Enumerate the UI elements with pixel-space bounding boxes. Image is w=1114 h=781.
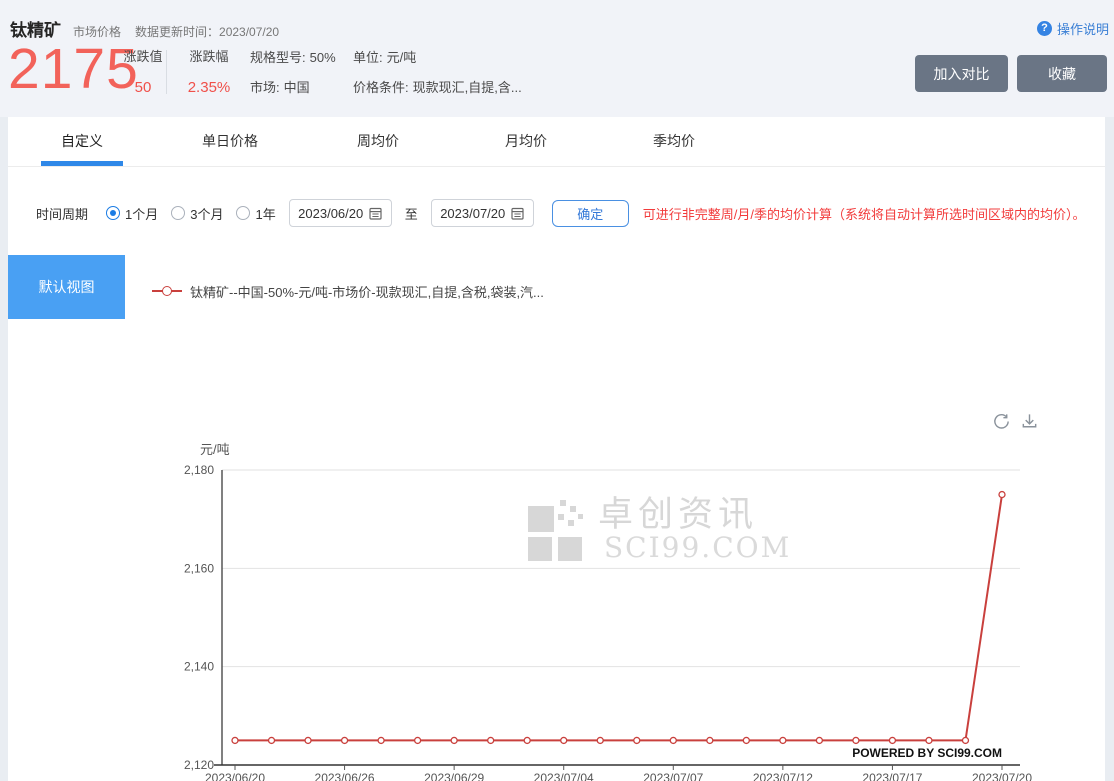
spec-terms-label: 价格条件: [353, 80, 409, 95]
calendar-icon [369, 207, 382, 220]
update-time-value: 2023/07/20 [219, 25, 279, 39]
legend-line-marker-icon [152, 290, 182, 292]
svg-text:2,120: 2,120 [184, 758, 214, 772]
tab-label: 月均价 [505, 133, 547, 149]
period-radio-2[interactable]: 1年 [236, 204, 275, 223]
hint-text: 可进行非完整周/月/季的均价计算（系统将自动计算所选时间区域内的均价）。 [643, 204, 1086, 223]
spec-terms: 价格条件: 现款现汇,自提,含... [353, 80, 522, 96]
add-to-compare-button[interactable]: 加入对比 [915, 55, 1008, 92]
date-from-input[interactable]: 2023/06/20 [289, 199, 392, 227]
radio-label: 3个月 [190, 204, 223, 223]
tab-label: 周均价 [357, 133, 399, 149]
main-panel: 自定义 单日价格 周均价 月均价 季均价 时间周期 1个月 3个月 1年 2023/06/2… [8, 117, 1105, 781]
tabs: 自定义 单日价格 周均价 月均价 季均价 [8, 117, 1105, 167]
update-time-label: 数据更新时间： [135, 25, 219, 39]
date-to-value: 2023/07/20 [440, 206, 505, 221]
spec-model: 规格型号: 50% [250, 50, 336, 66]
svg-text:2023/07/12: 2023/07/12 [753, 771, 813, 781]
change-pct-label: 涨跌幅 [189, 46, 228, 65]
price-chart: 2,120 2,140 2,160 2,180 2023/06/20 2023/06/26… [8, 400, 1105, 781]
help-link[interactable]: ? 操作说明 [1037, 19, 1109, 38]
change-value-block: 涨跌值 50 [116, 46, 170, 96]
spec-terms-value: 现款现汇,自提,含... [413, 80, 522, 95]
svg-text:2,140: 2,140 [184, 660, 214, 674]
svg-text:2023/07/20: 2023/07/20 [972, 771, 1032, 781]
price-header: 钛精矿 市场价格 数据更新时间：2023/07/20 ? 操作说明 2175 涨… [0, 0, 1114, 117]
period-label: 时间周期 [36, 204, 88, 223]
change-value: 50 [135, 79, 152, 96]
help-label: 操作说明 [1057, 19, 1109, 38]
tab-label: 季均价 [653, 133, 695, 149]
period-radio-1[interactable]: 3个月 [171, 204, 223, 223]
change-pct-block: 涨跌幅 2.35% [180, 46, 238, 96]
spec-unit: 单位: 元/吨 [353, 50, 522, 66]
spec-model-label: 规格型号: [250, 50, 306, 65]
radio-icon [171, 206, 185, 220]
calendar-icon [511, 207, 524, 220]
powered-by: POWERED BY SCI99.COM [852, 746, 1002, 760]
spec-unit-value: 元/吨 [387, 50, 417, 65]
time-period-controls: 时间周期 1个月 3个月 1年 2023/06/20 至 2023/07/20 确定… [36, 199, 1085, 227]
spec-model-value: 50% [310, 50, 336, 65]
divider [166, 50, 167, 94]
change-pct: 2.35% [188, 79, 231, 96]
tab-2[interactable]: 周均价 [304, 117, 452, 166]
radio-selected-icon [106, 206, 120, 220]
svg-text:2023/06/20: 2023/06/20 [205, 771, 265, 781]
spec-market-value: 中国 [284, 80, 310, 95]
favorite-button[interactable]: 收藏 [1017, 55, 1107, 92]
to-label: 至 [405, 204, 418, 223]
tab-label: 单日价格 [202, 133, 258, 149]
period-radio-0[interactable]: 1个月 [106, 204, 158, 223]
spec-market-label: 市场: [250, 80, 280, 95]
tab-1[interactable]: 单日价格 [156, 117, 304, 166]
spec-column-1: 规格型号: 50% 市场: 中国 [250, 50, 336, 110]
page: 钛精矿 市场价格 数据更新时间：2023/07/20 ? 操作说明 2175 涨… [0, 0, 1114, 781]
radio-label: 1个月 [125, 204, 158, 223]
update-time: 数据更新时间：2023/07/20 [135, 23, 279, 40]
svg-text:2023/07/07: 2023/07/07 [643, 771, 703, 781]
period-radios: 1个月 3个月 1年 [106, 204, 289, 223]
spec-unit-label: 单位: [353, 50, 383, 65]
confirm-button[interactable]: 确定 [552, 200, 629, 227]
radio-icon [236, 206, 250, 220]
svg-text:2023/07/17: 2023/07/17 [862, 771, 922, 781]
default-view-button[interactable]: 默认视图 [8, 255, 125, 319]
active-tab-underline [41, 161, 123, 166]
radio-label: 1年 [255, 204, 275, 223]
svg-text:元/吨: 元/吨 [200, 442, 230, 457]
date-from-value: 2023/06/20 [298, 206, 363, 221]
svg-text:2,160: 2,160 [184, 561, 214, 575]
svg-text:2,180: 2,180 [184, 463, 214, 477]
date-to-input[interactable]: 2023/07/20 [431, 199, 534, 227]
svg-text:2023/06/29: 2023/06/29 [424, 771, 484, 781]
spec-column-2: 单位: 元/吨 价格条件: 现款现汇,自提,含... [353, 50, 522, 110]
legend-text: 钛精矿--中国-50%-元/吨-市场价-现款现汇,自提,含税,袋装,汽... [190, 282, 544, 301]
tab-3[interactable]: 月均价 [452, 117, 600, 166]
question-circle-icon: ? [1037, 21, 1052, 36]
svg-text:2023/07/04: 2023/07/04 [534, 771, 594, 781]
spec-market: 市场: 中国 [250, 80, 336, 96]
svg-text:2023/06/26: 2023/06/26 [315, 771, 375, 781]
tab-label: 自定义 [61, 133, 103, 149]
tab-0[interactable]: 自定义 [8, 117, 156, 166]
change-value-label: 涨跌值 [123, 46, 162, 65]
chart-legend: 钛精矿--中国-50%-元/吨-市场价-现款现汇,自提,含税,袋装,汽... [152, 283, 544, 299]
tab-4[interactable]: 季均价 [600, 117, 748, 166]
